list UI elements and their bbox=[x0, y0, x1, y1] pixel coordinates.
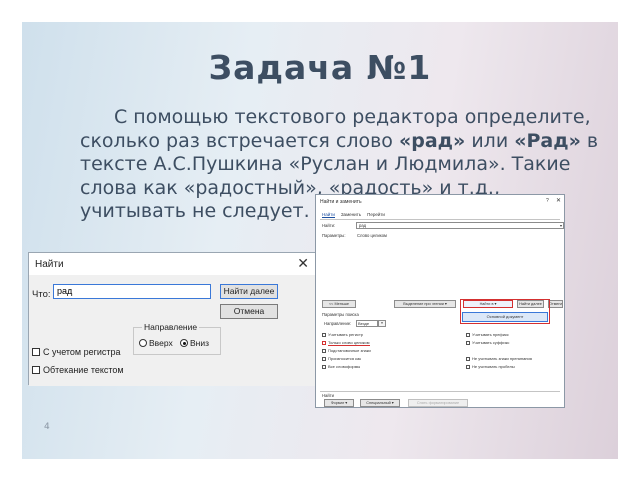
direction-label: Направление bbox=[142, 322, 200, 332]
body-text-or: или bbox=[465, 129, 515, 152]
option-label: Все словоформы bbox=[328, 364, 361, 369]
checkbox-icon bbox=[322, 341, 326, 345]
option-whole-word[interactable]: Только слово целиком bbox=[322, 340, 370, 346]
close-icon[interactable]: ✕ bbox=[556, 197, 561, 204]
tab-find[interactable]: Найти bbox=[322, 212, 335, 218]
divider bbox=[320, 219, 560, 220]
checkbox-icon bbox=[322, 364, 326, 369]
radio-off-icon bbox=[139, 339, 147, 347]
find-next-button[interactable]: Найти далее bbox=[220, 284, 278, 299]
checkbox-icon bbox=[32, 348, 40, 356]
checkbox-icon bbox=[466, 340, 470, 345]
find-dialog-body: Что: рад Найти далее Отмена Направление … bbox=[29, 275, 317, 386]
option-sounds-like[interactable]: Произносится как bbox=[322, 356, 361, 361]
page-number: 4 bbox=[44, 422, 50, 432]
params-label: Параметры: bbox=[322, 233, 346, 238]
option-ignore-punctuation[interactable]: Не учитывать знаки препинания bbox=[466, 356, 532, 361]
tab-bar: Найти Заменить Перейти bbox=[322, 212, 385, 218]
option-label: Не учитывать пробелы bbox=[472, 364, 515, 369]
direction-up-radio[interactable]: Вверх bbox=[139, 338, 173, 348]
find-section-label: Найти bbox=[322, 393, 334, 398]
checkbox-icon bbox=[322, 332, 326, 337]
direction-up-label: Вверх bbox=[149, 338, 173, 348]
word-rad-lower: «рад» bbox=[398, 129, 466, 152]
option-wildcards[interactable]: Подстановочные знаки bbox=[322, 348, 371, 353]
cancel-button[interactable]: Отмена bbox=[220, 304, 278, 319]
params-value: Слово целиком bbox=[357, 233, 387, 238]
help-icon[interactable]: ? bbox=[546, 198, 549, 204]
find-dialog-title: Найти bbox=[35, 259, 64, 270]
special-button[interactable]: Специальный ▾ bbox=[360, 399, 400, 407]
find-replace-title: Найти и заменить bbox=[320, 199, 362, 205]
option-match-case[interactable]: Учитывать регистр bbox=[322, 332, 363, 337]
find-in-main-document-item[interactable]: Основной документ bbox=[462, 312, 548, 322]
option-all-word-forms[interactable]: Все словоформы bbox=[322, 364, 360, 369]
checkbox-icon bbox=[322, 348, 326, 353]
option-label: Не учитывать знаки препинания bbox=[472, 356, 532, 361]
divider bbox=[320, 391, 560, 392]
wrap-around-checkbox[interactable]: Обтекание текстом bbox=[32, 365, 124, 375]
option-match-suffix[interactable]: Учитывать суффикс bbox=[466, 340, 509, 345]
chevron-down-icon[interactable]: ▾ bbox=[560, 223, 562, 228]
find-dialog: Найти ✕ Что: рад Найти далее Отмена Напр… bbox=[28, 252, 318, 386]
tab-replace[interactable]: Заменить bbox=[341, 212, 361, 218]
option-ignore-spaces[interactable]: Не учитывать пробелы bbox=[466, 364, 515, 369]
cancel-button[interactable]: Отмена bbox=[548, 300, 563, 308]
checkbox-icon bbox=[466, 356, 470, 361]
checkbox-icon bbox=[322, 356, 326, 361]
less-button[interactable]: << Меньше bbox=[322, 300, 356, 308]
find-replace-dialog: Найти и заменить ? ✕ Найти Заменить Пере… bbox=[315, 194, 565, 408]
find-label: Найти: bbox=[322, 223, 336, 228]
checkbox-icon bbox=[32, 366, 40, 374]
format-button[interactable]: Формат ▾ bbox=[324, 399, 354, 407]
wrap-around-label: Обтекание текстом bbox=[43, 365, 124, 375]
direction-label: Направление: bbox=[324, 321, 352, 326]
option-label: Только слово целиком bbox=[328, 340, 370, 346]
option-label: Учитывать суффикс bbox=[472, 340, 510, 345]
option-match-prefix[interactable]: Учитывать префикс bbox=[466, 332, 509, 337]
reading-highlight-button[interactable]: Выделение при чтении ▾ bbox=[394, 300, 456, 308]
option-label: Учитывать префикс bbox=[472, 332, 509, 337]
direction-down-radio[interactable]: Вниз bbox=[180, 338, 209, 348]
option-label: Учитывать регистр bbox=[328, 332, 364, 337]
checkbox-icon bbox=[466, 364, 470, 369]
option-label: Подстановочные знаки bbox=[328, 348, 371, 353]
find-what-label: Что: bbox=[32, 289, 51, 300]
direction-select[interactable]: Везде ▾ bbox=[356, 320, 386, 327]
no-formatting-button: Снять форматирование bbox=[408, 399, 468, 407]
tab-goto[interactable]: Перейти bbox=[367, 212, 385, 218]
find-input-value: рад bbox=[359, 223, 367, 228]
direction-down-label: Вниз bbox=[190, 338, 210, 348]
radio-on-icon bbox=[180, 339, 188, 347]
checkbox-icon bbox=[466, 332, 470, 337]
find-what-input[interactable]: рад bbox=[53, 284, 211, 299]
option-label: Произносится как bbox=[328, 356, 361, 361]
match-case-checkbox[interactable]: С учетом регистра bbox=[32, 347, 121, 357]
word-rad-upper: «Рад» bbox=[514, 129, 581, 152]
direction-value: Везде bbox=[358, 321, 370, 326]
slide-title: Задача №1 bbox=[208, 48, 432, 87]
chevron-down-icon[interactable]: ▾ bbox=[378, 320, 386, 327]
match-case-label: С учетом регистра bbox=[43, 347, 121, 357]
close-icon[interactable]: ✕ bbox=[297, 255, 309, 272]
direction-group: Направление Вверх Вниз bbox=[133, 322, 221, 355]
search-params-label: Параметры поиска bbox=[322, 312, 359, 317]
find-input[interactable]: рад ▾ bbox=[356, 222, 564, 229]
